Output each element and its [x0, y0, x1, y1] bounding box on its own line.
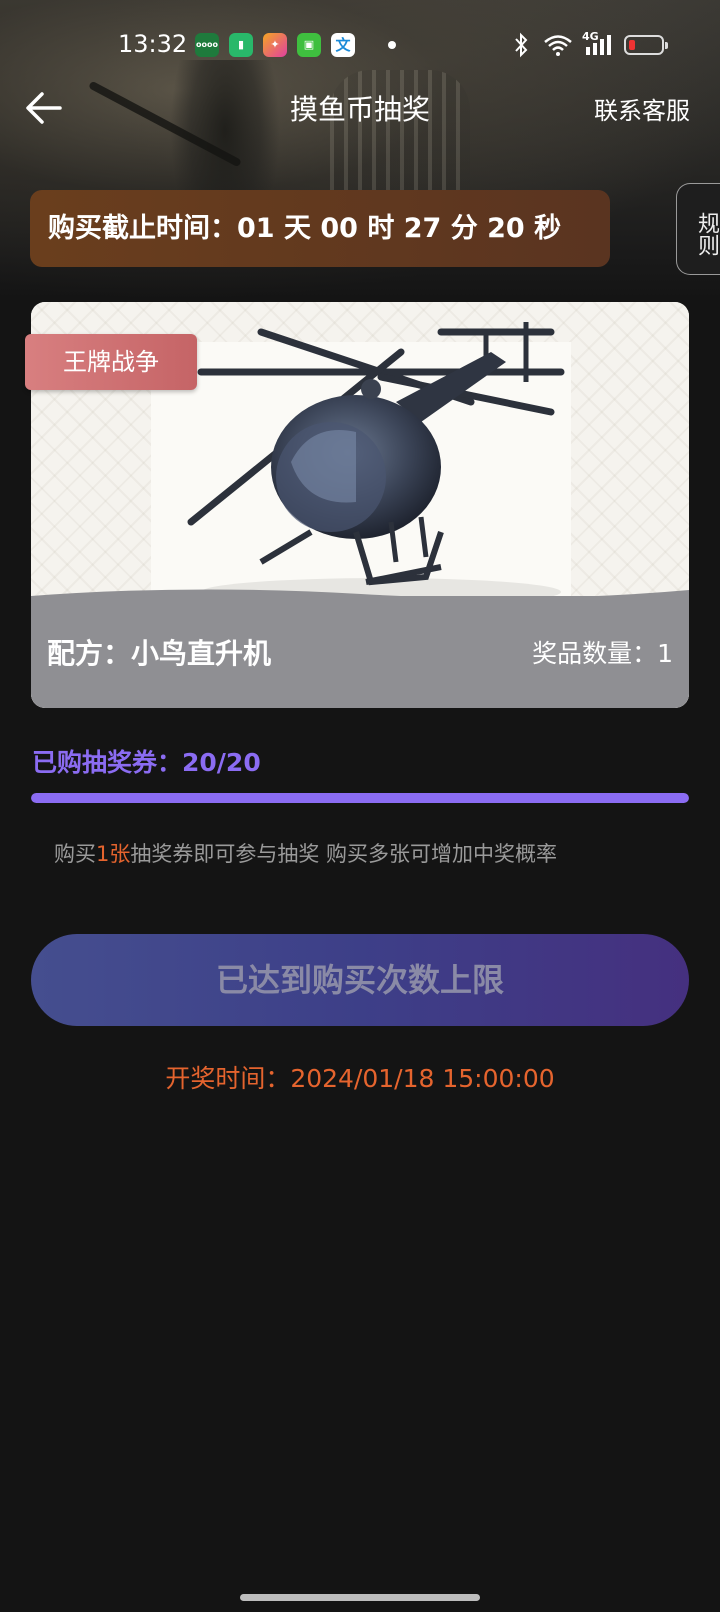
translate-icon: 文	[331, 33, 355, 57]
buy-limit-button[interactable]: 已达到购买次数上限	[31, 934, 689, 1026]
notification-dot	[388, 41, 396, 49]
tickets-bought: 已购抽奖券：20/20	[32, 748, 261, 777]
wifi-icon	[544, 35, 572, 56]
prize-quantity: 奖品数量：1	[532, 639, 673, 668]
camera-app-icon: ✦	[263, 33, 287, 57]
bluetooth-icon	[515, 32, 528, 58]
hint-prefix: 购买	[54, 842, 96, 866]
home-indicator[interactable]	[240, 1594, 480, 1601]
draw-time: 开奖时间：2024/01/18 15:00:00	[165, 1064, 555, 1093]
signal-icon	[586, 35, 611, 55]
battery-icon	[624, 35, 668, 55]
prize-recipe-name: 配方：小鸟直升机	[47, 637, 272, 670]
battery-app-icon: ▮	[229, 33, 253, 57]
hint-highlight: 1张	[96, 842, 131, 866]
countdown-label: 购买截止时间：	[48, 213, 237, 244]
shopping-app-icon: ▣	[297, 33, 321, 57]
contact-support-link[interactable]: 联系客服	[594, 91, 690, 126]
oppo-icon: oooo	[195, 33, 219, 57]
game-tag: 王牌战争	[25, 334, 197, 390]
rules-button[interactable]: 规则	[676, 183, 720, 275]
helicopter-image	[187, 322, 565, 606]
countdown-value: 01 天 00 时 27 分 20 秒	[237, 213, 562, 244]
status-time: 13:32	[118, 30, 188, 58]
purchase-countdown: 购买截止时间：01 天 00 时 27 分 20 秒	[30, 190, 610, 267]
tickets-progress-bar	[31, 793, 689, 803]
hint-suffix: 抽奖券即可参与抽奖 购买多张可增加中奖概率	[130, 842, 558, 866]
purchase-hint: 购买1张抽奖券即可参与抽奖 购买多张可增加中奖概率	[54, 838, 557, 868]
status-bar: 13:32 oooo ▮ ✦ ▣ 文 4G	[0, 0, 720, 90]
tickets-progress-fill	[31, 793, 689, 803]
